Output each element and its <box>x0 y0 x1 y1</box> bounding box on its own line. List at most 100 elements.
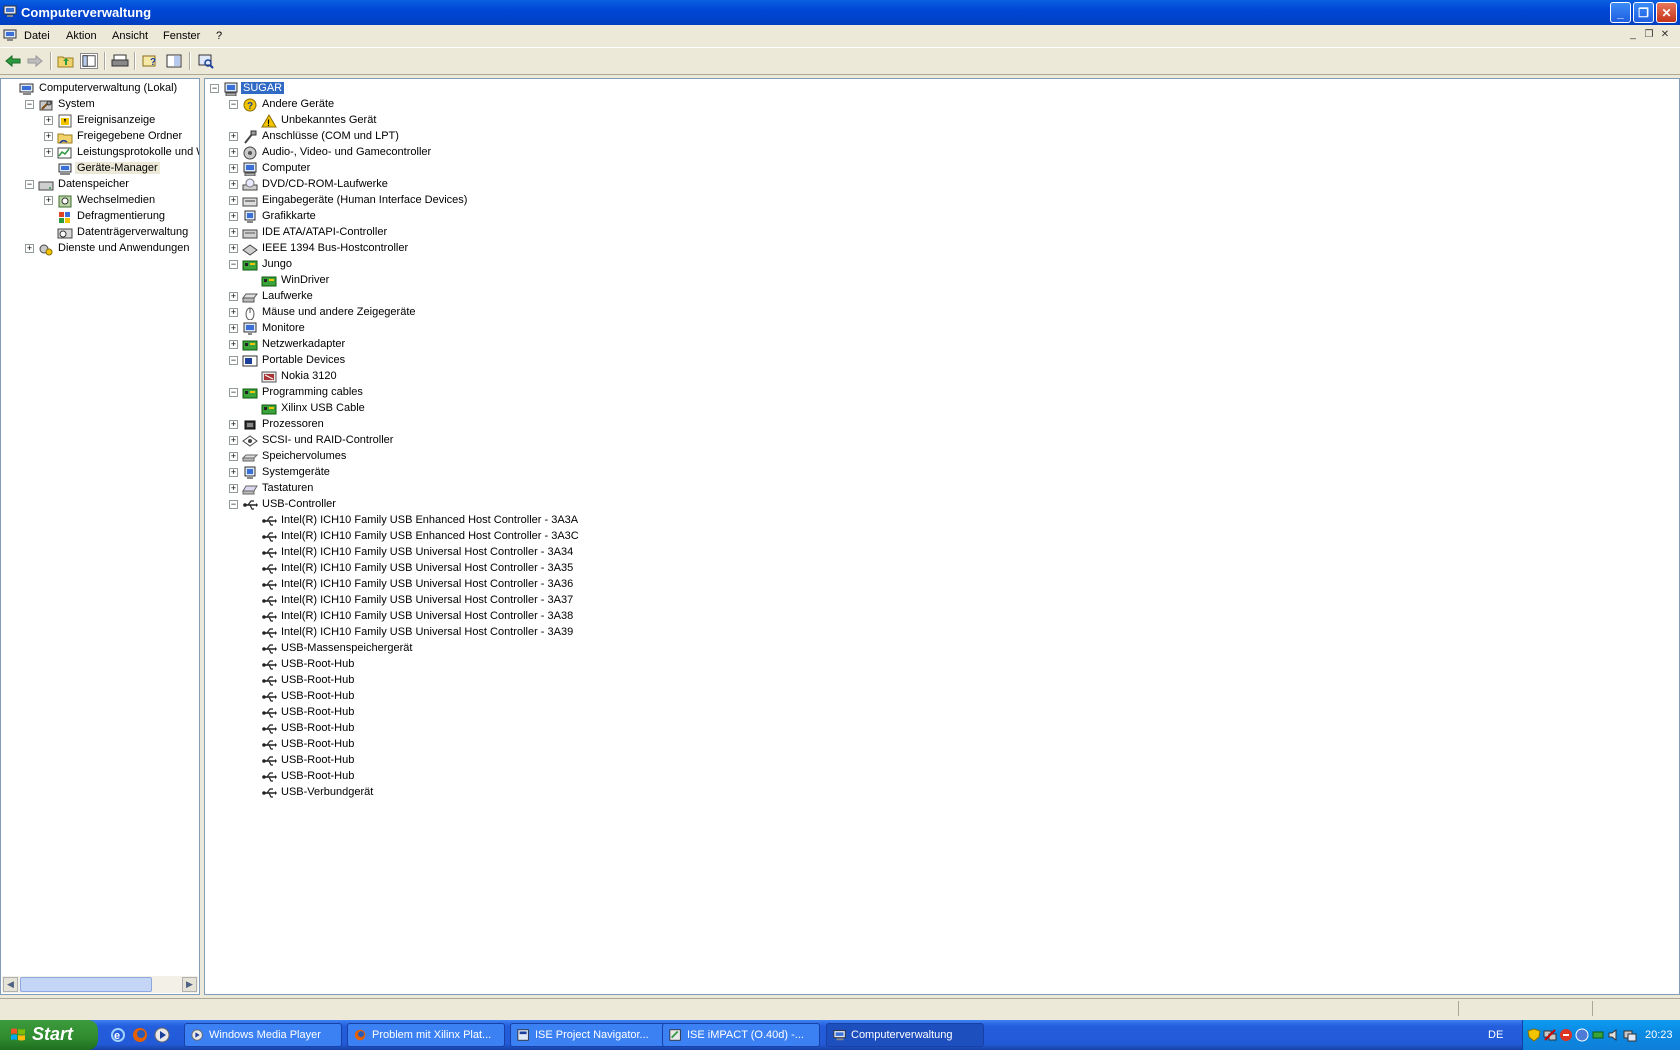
show-tree-icon[interactable] <box>80 53 98 69</box>
expand-toggle[interactable]: + <box>229 132 238 141</box>
tree-item[interactable]: + Systemgeräte <box>205 465 1679 481</box>
expand-toggle[interactable]: + <box>44 132 53 141</box>
tree-item[interactable]: Intel(R) ICH10 Family USB Enhanced Host … <box>205 529 1679 545</box>
close-button[interactable]: ✕ <box>1656 2 1677 23</box>
tree-item[interactable]: Intel(R) ICH10 Family USB Universal Host… <box>205 609 1679 625</box>
expand-toggle[interactable]: − <box>229 356 238 365</box>
expand-toggle[interactable]: + <box>229 420 238 429</box>
tree-item[interactable]: USB-Root-Hub <box>205 689 1679 705</box>
tree-item[interactable]: WinDriver <box>205 273 1679 289</box>
tree-item[interactable]: + Netzwerkadapter <box>205 337 1679 353</box>
expand-toggle[interactable]: + <box>229 228 238 237</box>
tree-item[interactable]: − Portable Devices <box>205 353 1679 369</box>
tree-item[interactable]: USB-Root-Hub <box>205 721 1679 737</box>
expand-toggle[interactable]: − <box>229 388 238 397</box>
tree-item[interactable]: − Jungo <box>205 257 1679 273</box>
expand-toggle[interactable]: + <box>229 196 238 205</box>
scroll-thumb[interactable] <box>20 977 152 992</box>
tree-item[interactable]: + Grafikkarte <box>205 209 1679 225</box>
tree-item[interactable]: + Monitore <box>205 321 1679 337</box>
expand-toggle[interactable]: − <box>210 84 219 93</box>
taskbar-button[interactable]: Windows Media Player <box>184 1023 342 1047</box>
expand-toggle[interactable]: + <box>229 308 238 317</box>
expand-toggle[interactable]: + <box>229 148 238 157</box>
tree-item[interactable]: − System <box>1 97 199 113</box>
expand-toggle[interactable]: + <box>44 148 53 157</box>
menu-fenster[interactable]: Fenster <box>163 30 200 42</box>
menu-ansicht[interactable]: Ansicht <box>112 30 148 42</box>
speaker-icon[interactable] <box>1607 1028 1621 1042</box>
security-icon[interactable] <box>1527 1028 1541 1042</box>
properties-icon[interactable] <box>165 53 183 69</box>
tree-item[interactable]: − USB-Controller <box>205 497 1679 513</box>
tree-item[interactable]: + Dienste und Anwendungen <box>1 241 199 257</box>
tree-item[interactable]: + Prozessoren <box>205 417 1679 433</box>
tree-item[interactable]: Intel(R) ICH10 Family USB Universal Host… <box>205 593 1679 609</box>
tree-item[interactable]: Intel(R) ICH10 Family USB Universal Host… <box>205 561 1679 577</box>
tree-item[interactable]: ! Unbekanntes Gerät <box>205 113 1679 129</box>
firefox-icon[interactable] <box>132 1027 148 1043</box>
tree-item[interactable]: Intel(R) ICH10 Family USB Universal Host… <box>205 577 1679 593</box>
menu-aktion[interactable]: Aktion <box>66 30 97 42</box>
tree-item[interactable]: −? Andere Geräte <box>205 97 1679 113</box>
expand-toggle[interactable]: + <box>229 244 238 253</box>
ie-icon[interactable]: e <box>110 1027 126 1043</box>
hardware-icon[interactable] <box>1591 1028 1605 1042</box>
media-player-icon[interactable] <box>154 1027 170 1043</box>
tree-item[interactable]: + Anschlüsse (COM und LPT) <box>205 129 1679 145</box>
back-arrow-icon[interactable] <box>4 53 22 69</box>
tree-item[interactable]: + IEEE 1394 Bus-Hostcontroller <box>205 241 1679 257</box>
expand-toggle[interactable]: + <box>229 212 238 221</box>
scroll-left-button[interactable]: ◀ <box>3 977 18 992</box>
expand-toggle[interactable]: + <box>229 164 238 173</box>
expand-toggle[interactable]: − <box>25 100 34 109</box>
update-icon[interactable] <box>1575 1028 1589 1042</box>
maximize-button[interactable]: ❐ <box>1633 2 1654 23</box>
tree-item[interactable]: Nokia 3120 <box>205 369 1679 385</box>
tree-item[interactable]: USB-Root-Hub <box>205 753 1679 769</box>
tree-item[interactable]: + Wechselmedien <box>1 193 199 209</box>
child-minimize-button[interactable]: _ <box>1626 28 1640 42</box>
tree-item[interactable]: Xilinx USB Cable <box>205 401 1679 417</box>
expand-toggle[interactable]: + <box>229 324 238 333</box>
device-tree[interactable]: − SUGAR −? Andere Geräte! Unbekanntes Gerät +… <box>204 78 1680 995</box>
expand-toggle[interactable]: − <box>229 500 238 509</box>
expand-toggle[interactable]: + <box>229 340 238 349</box>
tree-item[interactable]: + Computer <box>205 161 1679 177</box>
expand-toggle[interactable]: − <box>229 260 238 269</box>
child-close-button[interactable]: ✕ <box>1658 28 1672 42</box>
tree-item[interactable]: Intel(R) ICH10 Family USB Universal Host… <box>205 545 1679 561</box>
connection-icon[interactable] <box>1623 1028 1637 1042</box>
tree-item[interactable]: Geräte-Manager <box>1 161 199 177</box>
tree-item[interactable]: USB-Verbundgerät <box>205 785 1679 801</box>
document-window-icon[interactable] <box>3 29 17 42</box>
tree-item[interactable]: Intel(R) ICH10 Family USB Universal Host… <box>205 625 1679 641</box>
tree-item[interactable]: Datenträgerverwaltung <box>1 225 199 241</box>
tree-item[interactable]: + IDE ATA/ATAPI-Controller <box>205 225 1679 241</box>
expand-toggle[interactable]: + <box>229 484 238 493</box>
tree-item[interactable]: + Tastaturen <box>205 481 1679 497</box>
tree-item[interactable]: Intel(R) ICH10 Family USB Enhanced Host … <box>205 513 1679 529</box>
scan-hardware-icon[interactable] <box>197 53 215 69</box>
tree-item[interactable]: USB-Root-Hub <box>205 705 1679 721</box>
expand-toggle[interactable]: + <box>229 436 238 445</box>
taskbar-button[interactable]: ISE Project Navigator... <box>510 1023 668 1047</box>
tree-item[interactable]: − Datenspeicher <box>1 177 199 193</box>
taskbar-button[interactable]: Computerverwaltung <box>826 1023 984 1047</box>
taskbar-button[interactable]: Problem mit Xilinx Plat... <box>347 1023 505 1047</box>
tree-item[interactable]: + Mäuse und andere Zeigegeräte <box>205 305 1679 321</box>
title-bar[interactable]: Computerverwaltung _ ❐ ✕ <box>0 0 1680 25</box>
scroll-right-button[interactable]: ▶ <box>182 977 197 992</box>
taskbar-button[interactable]: ISE iMPACT (O.40d) -... <box>662 1023 820 1047</box>
child-restore-button[interactable]: ❐ <box>1642 28 1656 42</box>
tree-item[interactable]: + Laufwerke <box>205 289 1679 305</box>
expand-toggle[interactable]: + <box>229 292 238 301</box>
expand-toggle[interactable]: − <box>25 180 34 189</box>
tree-item[interactable]: USB-Root-Hub <box>205 769 1679 785</box>
tree-item[interactable]: + Leistungsprotokolle und Warnungen <box>1 145 199 161</box>
menu-help[interactable]: ? <box>216 30 222 42</box>
tree-item[interactable]: − SUGAR <box>205 81 1679 97</box>
expand-toggle[interactable]: + <box>229 180 238 189</box>
tree-item[interactable]: + Ereignisanzeige <box>1 113 199 129</box>
tree-item[interactable]: + Eingabegeräte (Human Interface Devices) <box>205 193 1679 209</box>
